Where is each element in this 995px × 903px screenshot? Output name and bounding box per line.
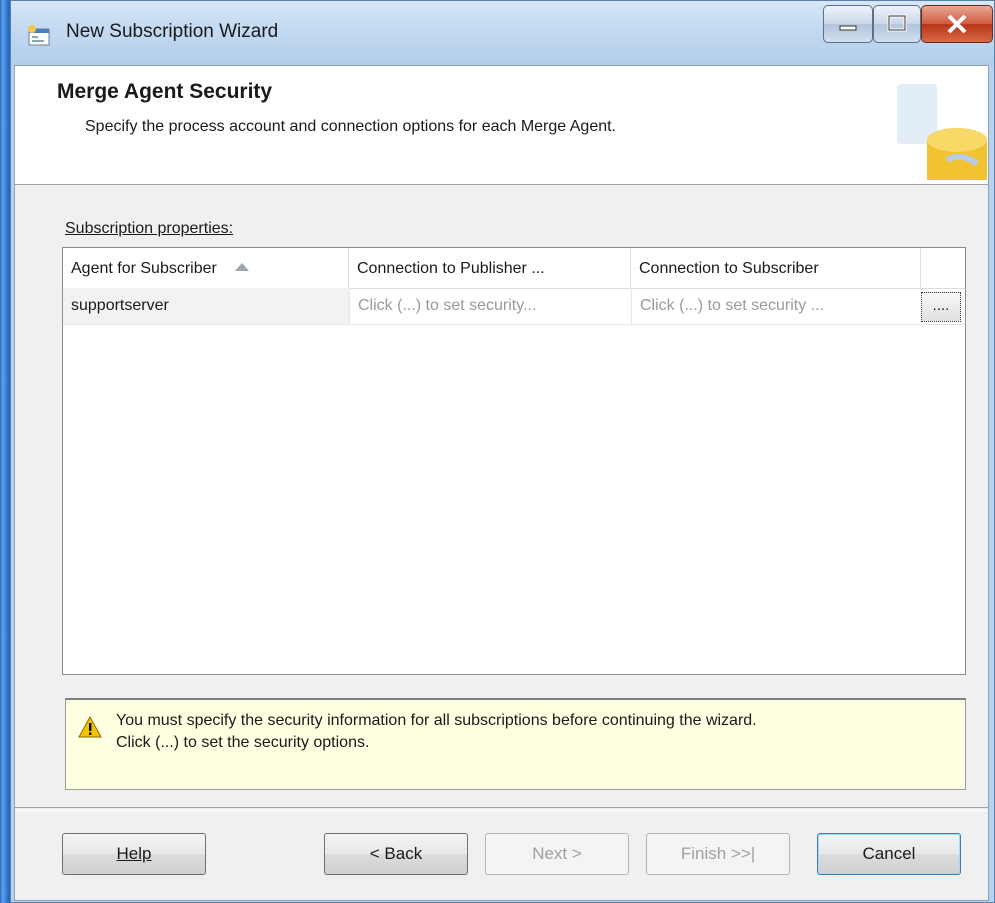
column-label: Connection to Publisher ... [357,260,545,277]
minimize-button[interactable] [823,5,873,43]
subscription-properties-grid[interactable]: Agent for Subscriber Connection to Publi… [62,247,966,675]
window-title: New Subscription Wizard [66,21,279,42]
publisher-connection-cell[interactable]: Click (...) to set security... [349,288,631,324]
column-label: Agent for Subscriber [71,260,217,277]
page-title: Merge Agent Security [57,80,273,103]
button-label: Help [116,844,152,863]
next-button[interactable]: Next > [485,833,629,875]
back-button[interactable]: < Back [324,833,468,875]
column-label: Connection to Subscriber [639,260,819,277]
page-header: Merge Agent Security Specify the process… [15,66,988,185]
button-label: Finish >>| [680,844,756,863]
maximize-button[interactable] [873,5,921,43]
column-connection-to-subscriber[interactable]: Connection to Subscriber [631,248,921,288]
warning-text-line1: You must specify the security informatio… [116,712,757,729]
subscription-properties-label: Subscription properties: [65,220,234,237]
wizard-client-area: Merge Agent Security Specify the process… [14,65,989,901]
button-label: < Back [369,844,423,863]
help-button[interactable]: Help [62,833,206,875]
footer-divider [15,807,988,811]
minimize-icon [839,25,857,31]
column-agent-for-subscriber[interactable]: Agent for Subscriber [63,248,349,288]
maximize-icon [887,14,907,32]
title-bar[interactable]: New Subscription Wizard [11,1,994,65]
button-label: Next > [532,844,582,863]
subscriber-connection-cell[interactable]: Click (...) to set security ... [631,288,917,324]
cancel-button[interactable]: Cancel [817,833,961,875]
wizard-window: New Subscription Wizard Merge Agent Secu… [10,0,995,903]
close-icon [947,14,967,34]
sort-ascending-icon [234,263,249,271]
column-connection-to-publisher[interactable]: Connection to Publisher ... [349,248,631,288]
close-button[interactable] [921,5,993,43]
grid-header: Agent for Subscriber Connection to Publi… [63,248,965,289]
table-row[interactable]: supportserver Click (...) to set securit… [63,288,965,325]
warning-icon [78,716,102,738]
agent-cell[interactable]: supportserver [63,288,349,324]
page-subtitle: Specify the process account and connecti… [85,118,616,135]
finish-button[interactable]: Finish >>| [646,833,790,875]
database-icon [897,84,987,180]
set-security-ellipsis-button[interactable]: .... [921,292,961,322]
wizard-app-icon [28,25,50,46]
button-label: Cancel [862,844,916,863]
warning-text-line2: Click (...) to set the security options. [116,734,370,751]
warning-message-box: You must specify the security informatio… [65,698,966,790]
